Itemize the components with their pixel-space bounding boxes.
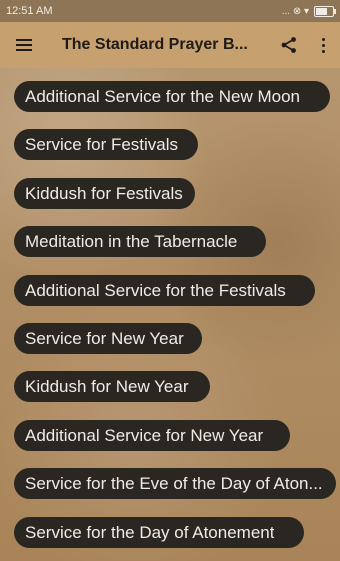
hamburger-icon [16, 39, 32, 51]
battery-fill [316, 7, 327, 15]
battery-icon [314, 5, 336, 17]
status-time: 12:51 AM [6, 5, 53, 17]
status-icons: ... ⊗ ▾ [281, 5, 336, 17]
signal-icons: ... ⊗ ▾ [281, 5, 309, 17]
app-bar: The Standard Prayer B... [0, 22, 340, 68]
kebab-icon [321, 37, 325, 53]
list-item[interactable]: Additional Service for New Year [14, 420, 290, 451]
list-item[interactable]: Meditation in the Tabernacle [14, 226, 266, 257]
share-button[interactable] [272, 22, 306, 68]
list-item[interactable]: Service for the Day of Atonement [14, 517, 304, 548]
list-item[interactable]: Service for the Eve of the Day of Aton..… [14, 468, 336, 499]
list-item[interactable]: Additional Service for the New Moon [14, 81, 330, 112]
page-title: The Standard Prayer B... [62, 36, 248, 53]
share-icon [281, 37, 296, 53]
list-item[interactable]: Service for Festivals [14, 129, 198, 160]
more-options-button[interactable] [306, 22, 340, 68]
status-bar: 12:51 AM ... ⊗ ▾ [0, 0, 340, 22]
list-item[interactable]: Additional Service for the Festivals [14, 275, 315, 306]
list-item[interactable]: Kiddush for New Year [14, 371, 210, 402]
list-item[interactable]: Kiddush for Festivals [14, 178, 195, 209]
list-item[interactable]: Service for New Year [14, 323, 202, 354]
menu-button[interactable] [0, 22, 48, 68]
service-list: Additional Service for the New Moon Serv… [0, 68, 340, 561]
